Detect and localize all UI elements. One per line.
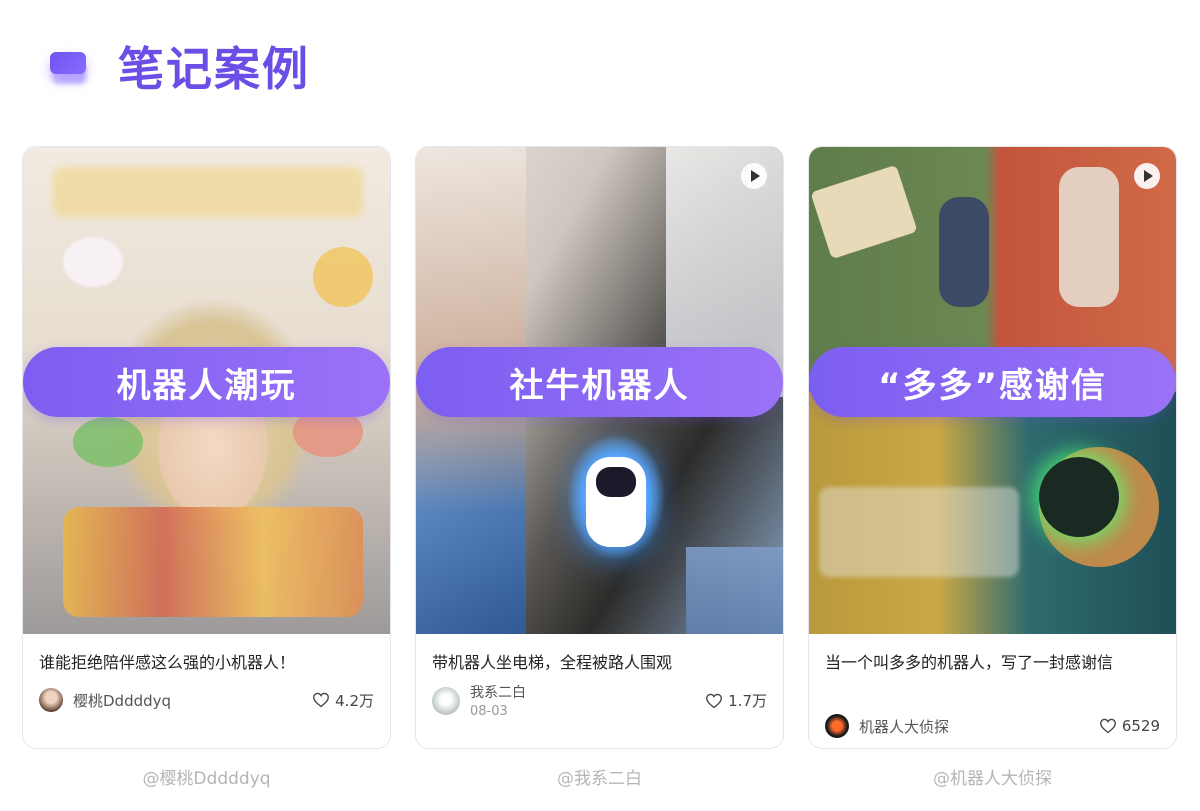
topic-pill: 社牛机器人 <box>416 347 783 417</box>
note-card[interactable]: “多多”感谢信 当一个叫多多的机器人，写了一封感谢信 机器人大侦探 6529 <box>808 146 1177 749</box>
avatar[interactable] <box>432 686 460 715</box>
like-count-value: 1.7万 <box>728 692 767 710</box>
author-row: 机器人大侦探 6529 <box>825 714 1160 738</box>
author-name[interactable]: 机器人大侦探 <box>859 716 949 737</box>
author-name[interactable]: 樱桃Dddddyq <box>73 690 171 711</box>
image-credit: @机器人大侦探 <box>933 769 1052 789</box>
topic-pill: “多多”感谢信 <box>809 347 1176 417</box>
section-title: 笔记案例 <box>118 42 310 96</box>
play-icon[interactable] <box>1134 163 1160 189</box>
heart-icon <box>706 693 723 708</box>
note-caption[interactable]: 带机器人坐电梯，全程被路人围观 <box>432 650 769 676</box>
heart-icon <box>313 692 330 708</box>
play-icon[interactable] <box>741 163 767 189</box>
image-credit: @我系二白 <box>557 769 642 789</box>
author-name[interactable]: 我系二白 <box>470 682 526 702</box>
like-count[interactable]: 6529 <box>1099 717 1160 735</box>
note-caption[interactable]: 谁能拒绝陪伴感这么强的小机器人！ <box>39 650 376 676</box>
heart-icon <box>1099 718 1116 734</box>
avatar[interactable] <box>825 714 849 738</box>
note-card[interactable]: 机器人潮玩 谁能拒绝陪伴感这么强的小机器人！ 樱桃Dddddyq 4.2万 <box>22 146 391 749</box>
image-credit: @樱桃Dddddyq <box>142 769 271 789</box>
topic-pill: 机器人潮玩 <box>23 347 390 417</box>
author-row: 樱桃Dddddyq 4.2万 <box>39 688 374 712</box>
author-row: 我系二白 08-03 1.7万 <box>432 682 767 719</box>
like-count-value: 4.2万 <box>335 691 374 710</box>
post-date: 08-03 <box>470 704 508 719</box>
layers-icon <box>44 42 92 90</box>
note-card[interactable]: 社牛机器人 带机器人坐电梯，全程被路人围观 我系二白 08-03 1.7万 <box>415 146 784 749</box>
note-caption[interactable]: 当一个叫多多的机器人，写了一封感谢信 <box>825 650 1162 676</box>
like-count[interactable]: 1.7万 <box>705 690 767 711</box>
like-count[interactable]: 4.2万 <box>312 690 374 711</box>
like-count-value: 6529 <box>1121 717 1160 735</box>
avatar[interactable] <box>39 688 63 712</box>
section-header: 笔记案例 <box>44 34 310 98</box>
